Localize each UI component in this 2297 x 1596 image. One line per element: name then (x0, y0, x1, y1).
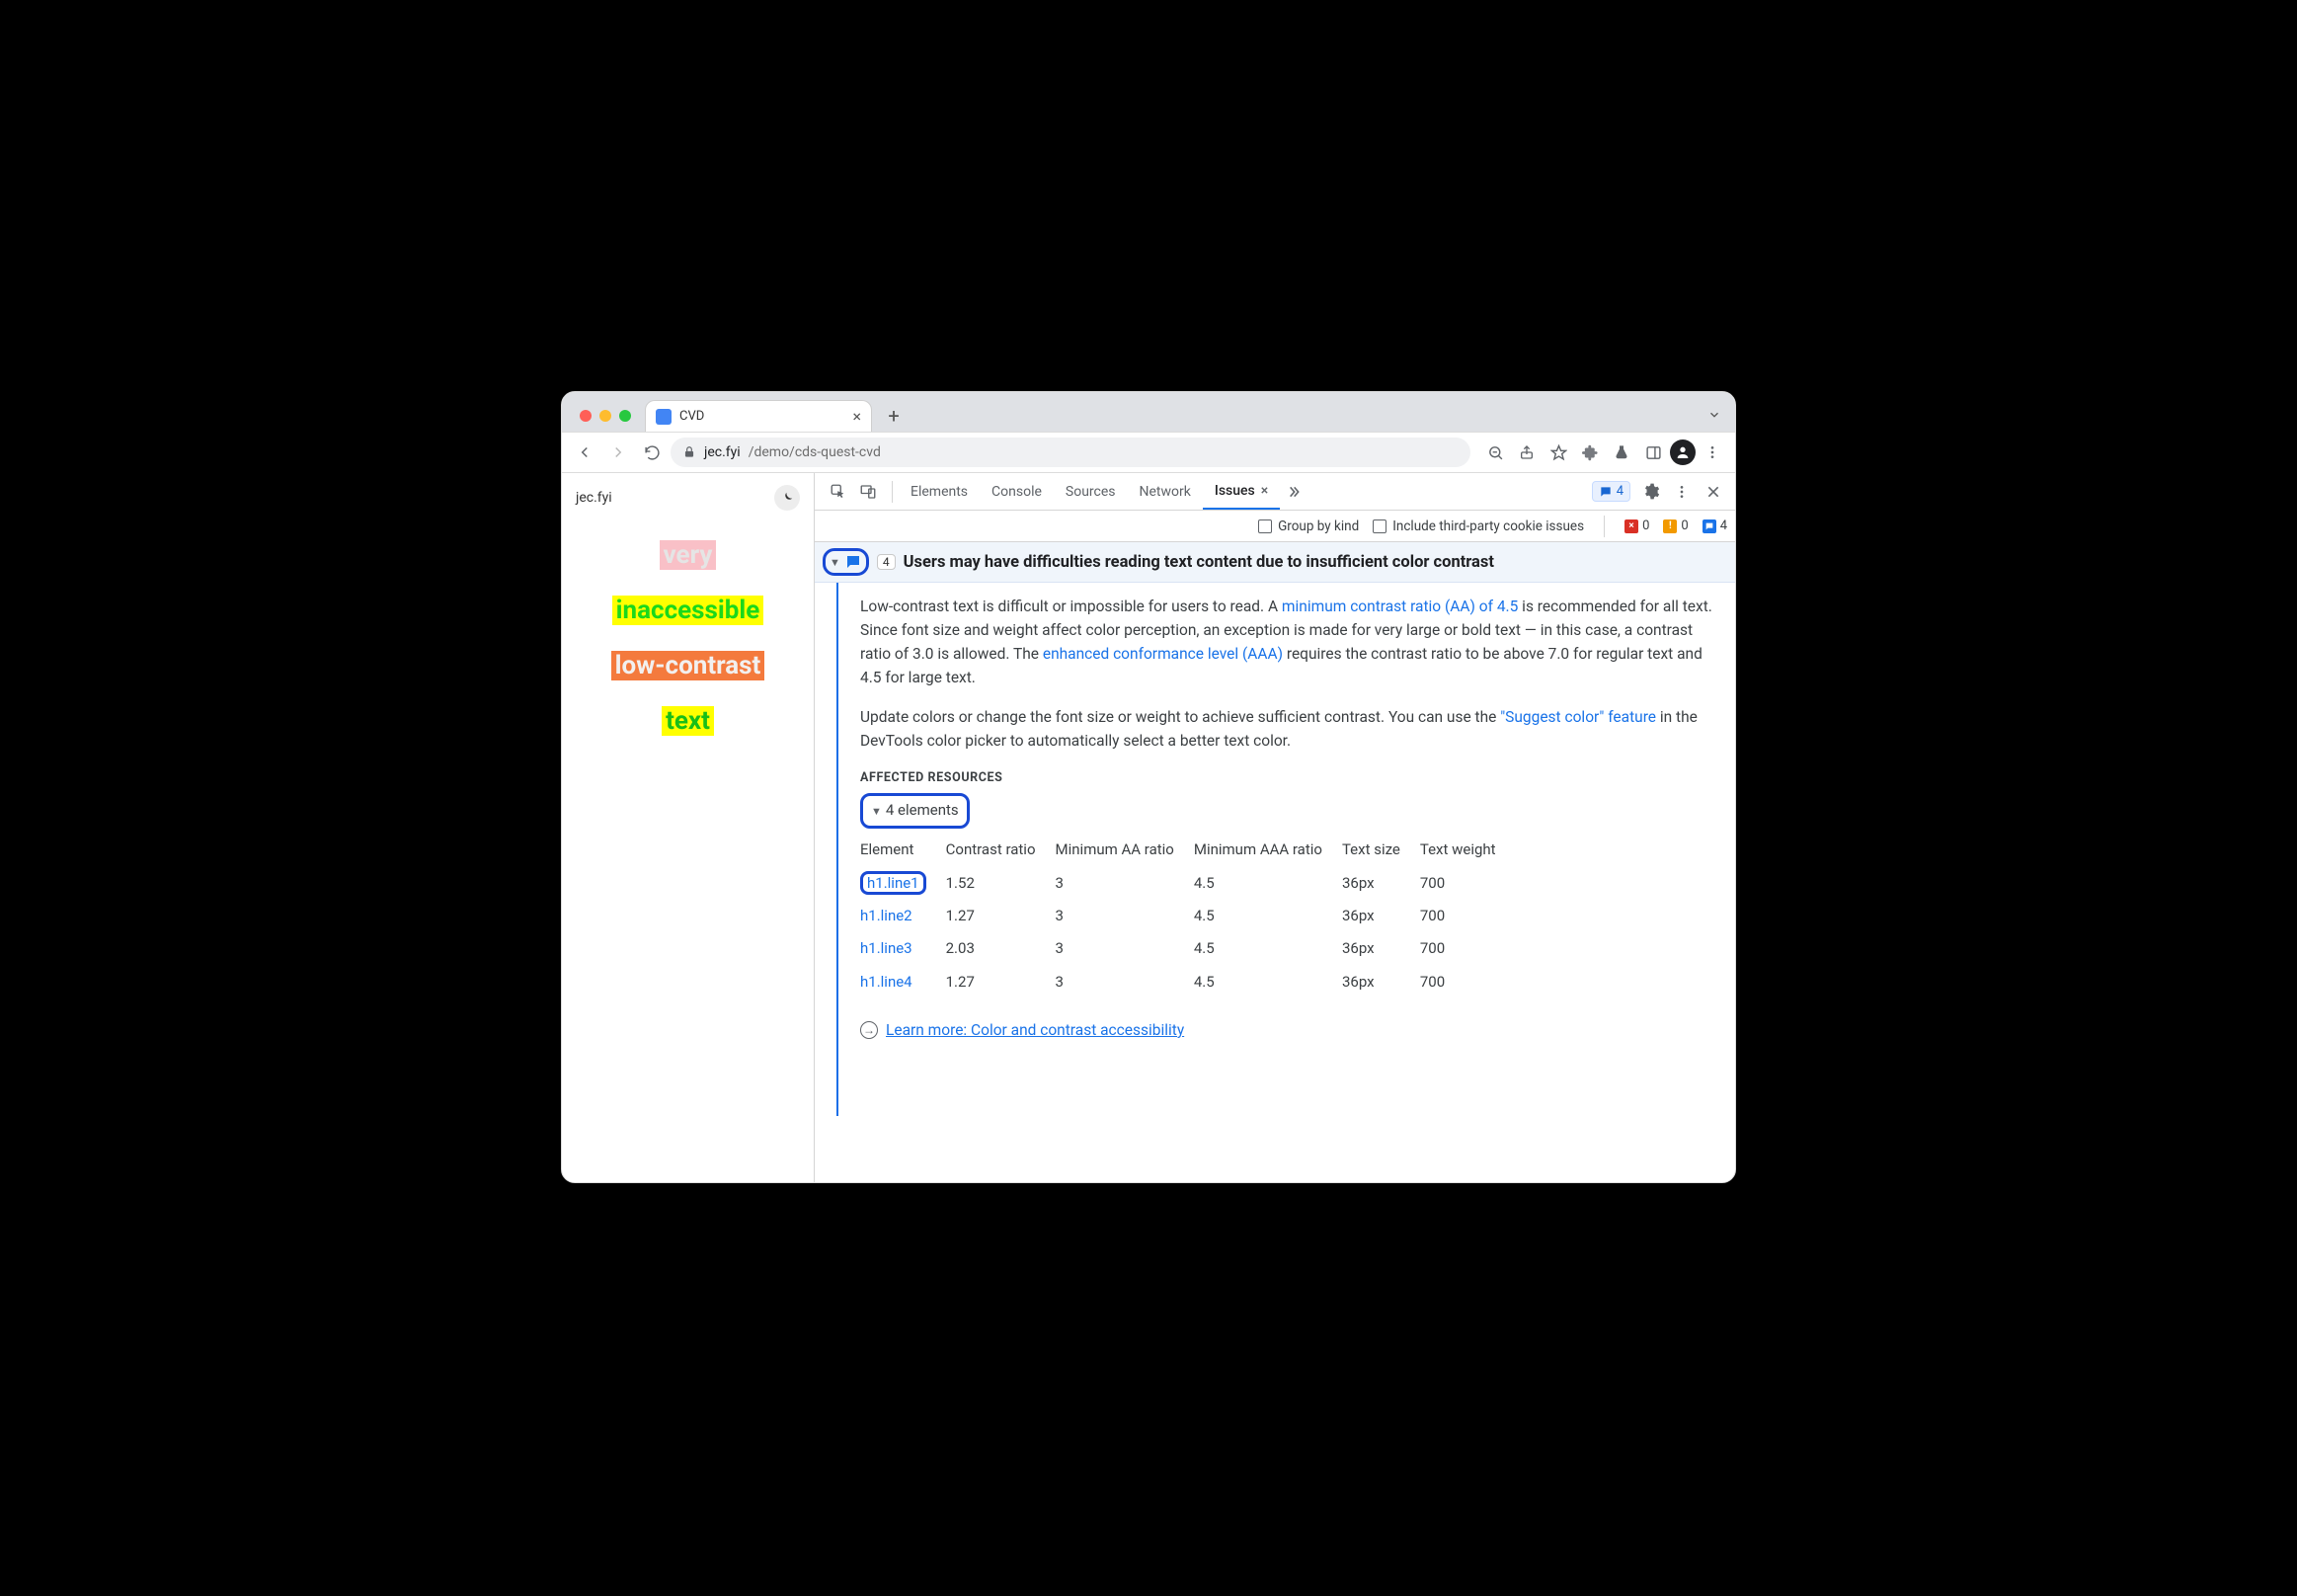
address-bar-row: jec.fyi/demo/cds-quest-cvd (562, 432, 1735, 473)
dark-mode-toggle[interactable] (774, 485, 800, 511)
tab-overflow-icon[interactable] (1280, 484, 1307, 500)
favicon (656, 409, 672, 425)
close-devtools-icon[interactable] (1702, 480, 1725, 504)
info-count[interactable]: 4 (1703, 519, 1727, 533)
link-contrast-aaa[interactable]: enhanced conformance level (AAA) (1043, 645, 1283, 663)
bookmark-star-icon[interactable] (1544, 438, 1573, 467)
learn-more-link[interactable]: Learn more: Color and contrast accessibi… (886, 1018, 1184, 1042)
affected-resources-heading: AFFECTED RESOURCES (860, 768, 1715, 787)
close-tab-issues-icon[interactable]: × (1261, 483, 1268, 499)
col-contrast: Contrast ratio (946, 833, 1056, 867)
new-tab-button[interactable]: + (880, 402, 908, 430)
col-size: Text size (1342, 833, 1420, 867)
nav-forward-button[interactable] (603, 438, 633, 467)
issue-rail (836, 583, 838, 1116)
address-bar[interactable]: jec.fyi/demo/cds-quest-cvd (671, 438, 1470, 467)
include-third-party-checkbox[interactable]: Include third-party cookie issues (1373, 519, 1584, 534)
table-row: h1.line1 1.52 3 4.5 36px 700 (860, 867, 1516, 900)
tab-console[interactable]: Console (980, 473, 1054, 510)
chrome-menu-icon[interactable] (1698, 438, 1727, 467)
sample-text-4: text (662, 706, 714, 736)
sample-text-1: very (660, 540, 717, 570)
affected-elements-toggle[interactable]: ▼ 4 elements (860, 793, 970, 828)
element-link[interactable]: h1.line3 (860, 939, 912, 957)
nav-reload-button[interactable] (637, 438, 667, 467)
issue-expand-toggle[interactable]: ▼ (823, 548, 869, 576)
col-weight: Text weight (1420, 833, 1516, 867)
sample-text-2: inaccessible (612, 596, 764, 625)
share-icon[interactable] (1512, 438, 1542, 467)
lock-icon (682, 445, 696, 459)
maximize-window-button[interactable] (619, 410, 631, 422)
issue-header[interactable]: ▼ 4 Users may have difficulties reading … (815, 542, 1735, 583)
link-suggest-color[interactable]: "Suggest color" feature (1500, 708, 1656, 726)
tab-sources[interactable]: Sources (1054, 473, 1128, 510)
issue-title: Users may have difficulties reading text… (904, 553, 1494, 572)
tab-strip: CVD × + (562, 392, 1735, 432)
col-aaa: Minimum AAA ratio (1194, 833, 1342, 867)
chevron-down-icon: ▼ (871, 803, 882, 820)
link-contrast-aa[interactable]: minimum contrast ratio (AA) of 4.5 (1282, 598, 1518, 615)
settings-gear-icon[interactable] (1638, 480, 1662, 504)
close-tab-icon[interactable]: × (852, 409, 861, 425)
window-controls (574, 410, 637, 432)
affected-elements-table: Element Contrast ratio Minimum AA ratio … (860, 833, 1516, 998)
col-element: Element (860, 833, 946, 867)
issue-description: Low-contrast text is difficult or imposs… (860, 583, 1735, 1116)
error-count[interactable]: ×0 (1624, 519, 1649, 533)
warning-count[interactable]: !0 (1663, 519, 1688, 533)
table-row: h1.line2 1.27 3 4.5 36px 700 (860, 900, 1516, 932)
group-by-kind-checkbox[interactable]: Group by kind (1258, 519, 1359, 534)
site-title: jec.fyi (576, 490, 612, 506)
tab-issues[interactable]: Issues× (1203, 473, 1280, 510)
sample-text-3: low-contrast (611, 651, 765, 680)
nav-back-button[interactable] (570, 438, 599, 467)
external-link-icon: → (860, 1021, 878, 1039)
element-link[interactable]: h1.line2 (860, 907, 912, 924)
tab-network[interactable]: Network (1128, 473, 1203, 510)
close-window-button[interactable] (580, 410, 592, 422)
device-toolbar-icon[interactable] (856, 480, 880, 504)
issues-count-badge[interactable]: 4 (1592, 481, 1630, 502)
minimize-window-button[interactable] (599, 410, 611, 422)
side-panel-icon[interactable] (1638, 438, 1668, 467)
url-host: jec.fyi (704, 444, 741, 460)
issues-options-bar: Group by kind Include third-party cookie… (815, 511, 1735, 542)
table-row: h1.line3 2.03 3 4.5 36px 700 (860, 932, 1516, 965)
chevron-down-icon: ▼ (830, 556, 840, 569)
tab-title: CVD (679, 409, 704, 424)
labs-icon[interactable] (1607, 438, 1636, 467)
extensions-icon[interactable] (1575, 438, 1605, 467)
devtools-menu-icon[interactable] (1670, 480, 1694, 504)
tab-dropdown-icon[interactable] (1707, 408, 1721, 422)
message-icon (844, 553, 862, 571)
tab-elements[interactable]: Elements (899, 473, 980, 510)
browser-window: CVD × + jec.fyi/demo/cds-quest-cvd (561, 391, 1736, 1183)
devtools-panel: Elements Console Sources Network Issues×… (815, 473, 1735, 1182)
page-content: jec.fyi very inaccessible low-contrast t… (562, 473, 815, 1182)
element-link[interactable]: h1.line4 (860, 973, 912, 991)
url-path: /demo/cds-quest-cvd (749, 444, 881, 460)
zoom-icon[interactable] (1480, 438, 1510, 467)
inspect-element-icon[interactable] (827, 480, 850, 504)
browser-tab[interactable]: CVD × (645, 400, 872, 432)
element-link[interactable]: h1.line1 (860, 871, 926, 895)
col-aa: Minimum AA ratio (1056, 833, 1194, 867)
devtools-tabbar: Elements Console Sources Network Issues×… (815, 473, 1735, 511)
profile-avatar[interactable] (1670, 439, 1696, 465)
issue-count-badge: 4 (877, 554, 896, 570)
table-row: h1.line4 1.27 3 4.5 36px 700 (860, 966, 1516, 998)
